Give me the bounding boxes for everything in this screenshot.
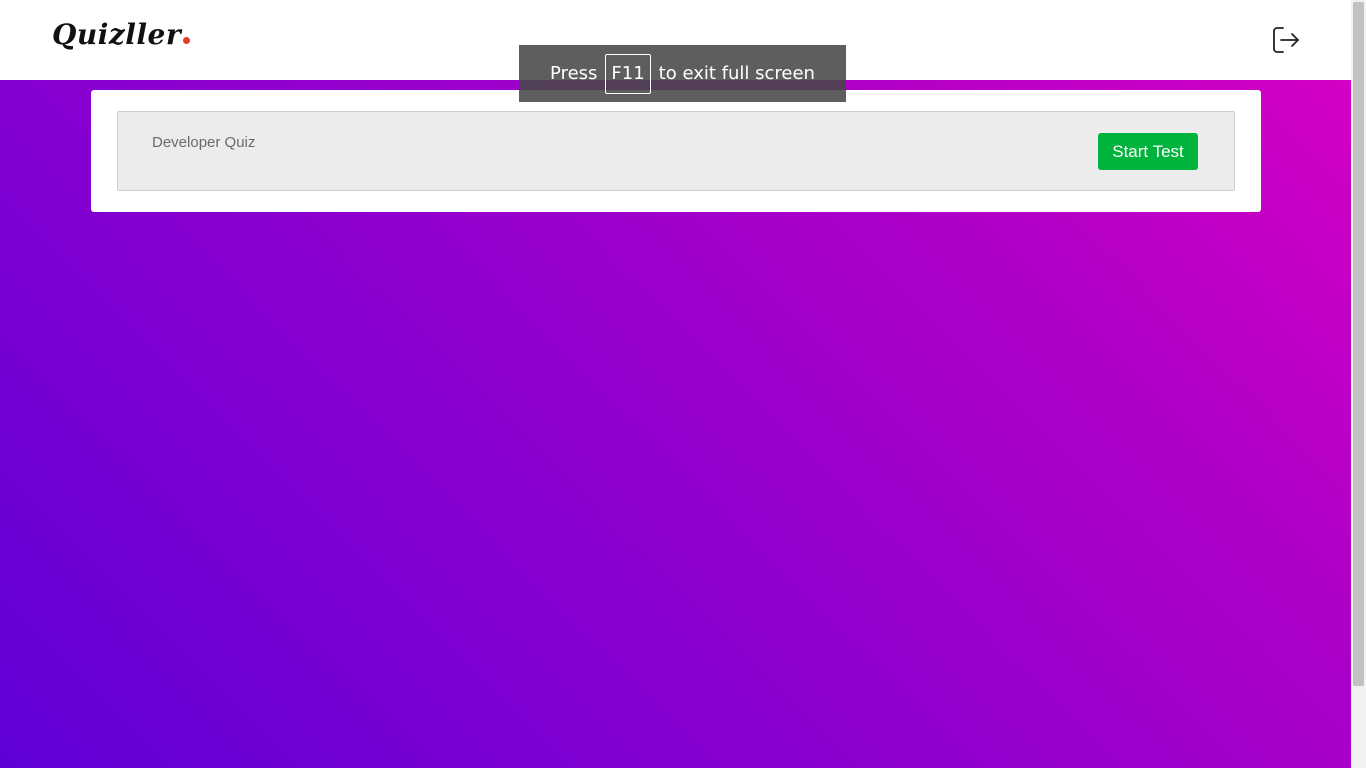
logout-icon bbox=[1273, 27, 1299, 53]
logout-button[interactable] bbox=[1270, 24, 1302, 56]
page: Quizller Developer Quiz Start Test Press… bbox=[0, 0, 1366, 768]
scrollbar-thumb[interactable] bbox=[1353, 2, 1364, 686]
toast-suffix: to exit full screen bbox=[658, 63, 815, 84]
start-test-button[interactable]: Start Test bbox=[1098, 133, 1198, 170]
toast-prefix: Press bbox=[550, 63, 598, 84]
vertical-scrollbar[interactable] bbox=[1351, 0, 1366, 768]
brand-logo[interactable]: Quizller bbox=[52, 18, 191, 51]
brand-name: Quizller bbox=[52, 18, 182, 51]
quiz-card: Developer Quiz Start Test bbox=[91, 90, 1261, 212]
toast-key: F11 bbox=[605, 53, 651, 94]
brand-dot bbox=[183, 37, 191, 44]
fullscreen-toast: Press F11 to exit full screen bbox=[519, 45, 846, 102]
quiz-title: Developer Quiz bbox=[152, 134, 256, 151]
quiz-list-item: Developer Quiz Start Test bbox=[117, 111, 1235, 191]
